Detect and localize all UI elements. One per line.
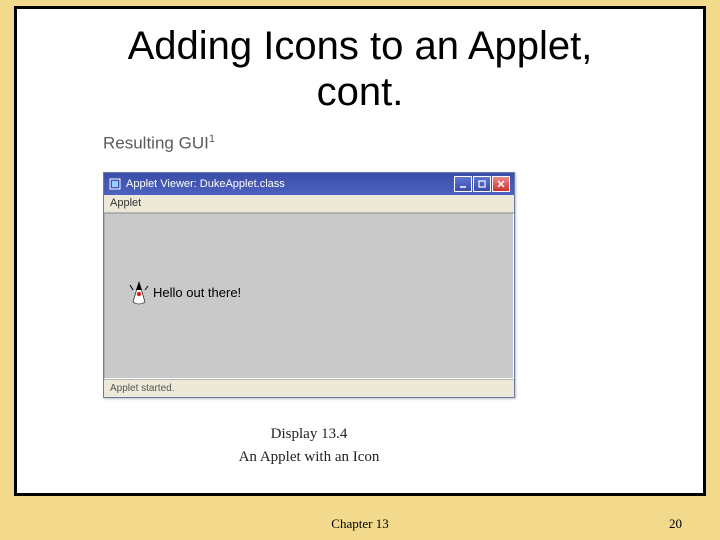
slide-title: Adding Icons to an Applet, cont.	[17, 9, 703, 115]
applet-content: Hello out there!	[104, 213, 514, 379]
applet-icon	[108, 177, 122, 191]
hello-text: Hello out there!	[153, 285, 241, 300]
menu-applet[interactable]: Applet	[110, 197, 141, 209]
minimize-icon	[458, 179, 468, 189]
window-buttons	[454, 176, 510, 192]
slide-title-line2: cont.	[317, 70, 404, 114]
duke-icon	[129, 280, 149, 306]
hello-row: Hello out there!	[129, 280, 241, 306]
window-menubar: Applet	[104, 195, 514, 213]
window-statusbar: Applet started.	[104, 379, 514, 397]
resulting-gui-footnote: 1	[209, 133, 215, 145]
close-button[interactable]	[492, 176, 510, 192]
caption-number: Display 13.4	[103, 426, 515, 443]
close-icon	[496, 179, 506, 189]
window-titlebar: Applet Viewer: DukeApplet.class	[104, 173, 514, 195]
slide-title-line1: Adding Icons to an Applet,	[128, 24, 593, 68]
minimize-button[interactable]	[454, 176, 472, 192]
footer-chapter: Chapter 13	[0, 516, 720, 532]
resulting-gui-label: Resulting GUI1	[103, 133, 703, 154]
footer-page-number: 20	[669, 516, 682, 532]
figure-caption: Display 13.4 An Applet with an Icon	[103, 426, 515, 466]
maximize-button[interactable]	[473, 176, 491, 192]
resulting-gui-text: Resulting GUI	[103, 134, 209, 153]
window-title: Applet Viewer: DukeApplet.class	[126, 178, 450, 190]
maximize-icon	[477, 179, 487, 189]
caption-description: An Applet with an Icon	[103, 449, 515, 466]
applet-viewer-window: Applet Viewer: DukeApplet.class Applet	[103, 172, 515, 398]
slide-frame: Adding Icons to an Applet, cont. Resulti…	[14, 6, 706, 496]
status-text: Applet started.	[110, 383, 174, 394]
content-area: Resulting GUI1 Applet Viewer: DukeApplet…	[17, 115, 703, 466]
